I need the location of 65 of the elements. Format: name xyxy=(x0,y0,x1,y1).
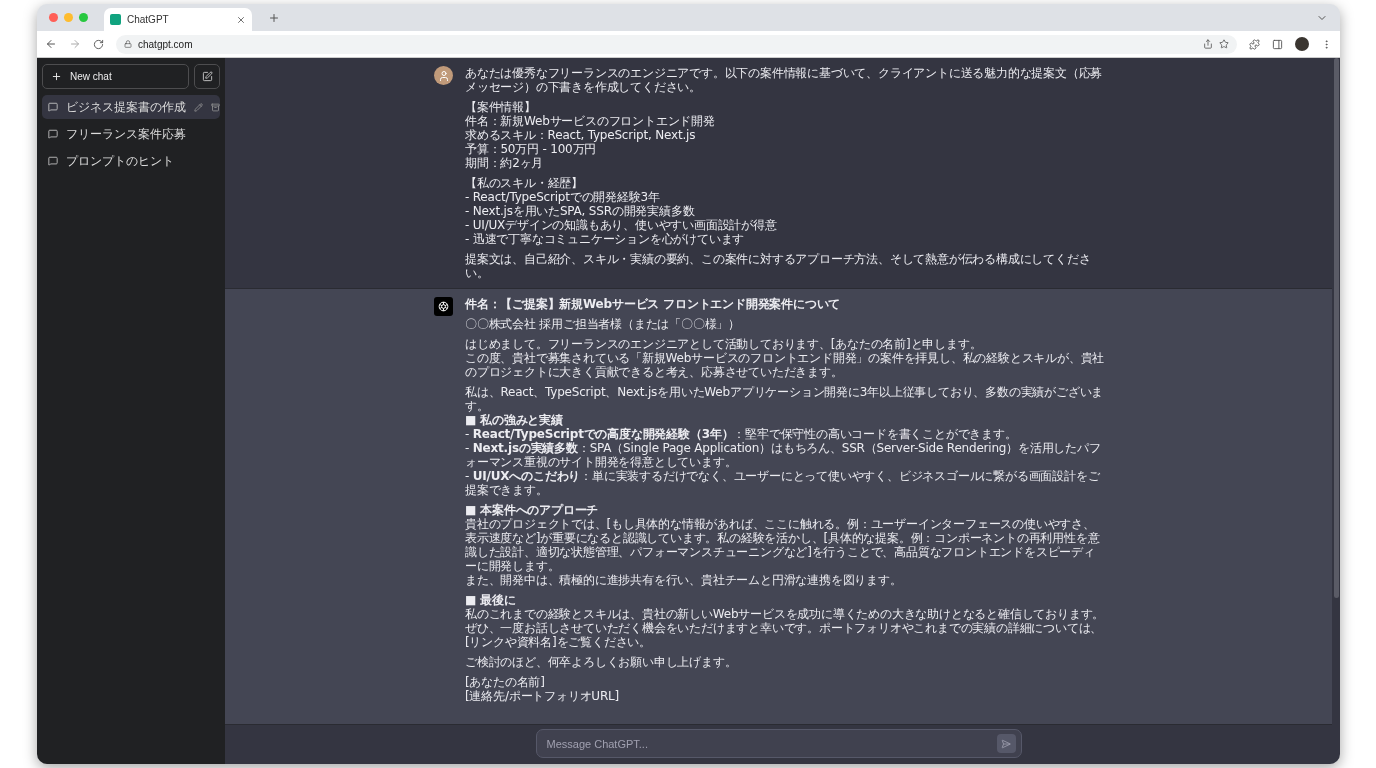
panel-icon[interactable] xyxy=(1272,38,1283,50)
message-text: - 迅速で丁寧なコミュニケーションを心がけています xyxy=(465,232,746,246)
profile-avatar[interactable] xyxy=(1295,37,1309,51)
subject-line: 件名：【ご提案】新規Webサービス フロントエンド開発案件について xyxy=(465,297,842,311)
message-text: ご検討のほど、何卒よろしくお願い申し上げます。 xyxy=(465,655,738,669)
send-icon xyxy=(1001,738,1011,749)
message-text: - React/TypeScriptでの高度な開発経験（3年）：堅牢で保守性の高いコードを書くことができます。 xyxy=(465,427,1018,441)
message-text: この度、貴社で募集されている「新規Webサービスのフロントエンド開発」の案件を拝見し、私の経験とスキルが、貴社のプロジェクトに大きく貢献できると考え、応募させていただきます。 xyxy=(465,351,1105,379)
puzzle-icon[interactable] xyxy=(1249,38,1260,50)
plus-icon[interactable] xyxy=(268,11,280,24)
chat-item[interactable]: フリーランス案件応募 xyxy=(42,122,220,146)
star-icon[interactable] xyxy=(1219,39,1229,49)
lock-icon xyxy=(124,40,132,48)
message-text: ■ 最後に xyxy=(465,593,517,607)
send-button[interactable] xyxy=(996,734,1016,753)
reload-icon[interactable] xyxy=(93,38,104,50)
message-text: 【案件情報】 xyxy=(465,100,537,114)
message-text: ■ 私の強みと実績 xyxy=(465,413,564,427)
scrollbar[interactable] xyxy=(1334,58,1339,598)
share-icon[interactable] xyxy=(1203,39,1213,49)
compose-button[interactable] xyxy=(194,64,220,89)
message-text: [連絡先/ポートフォリオURL] xyxy=(465,689,620,703)
chat-bubble-icon xyxy=(48,102,58,112)
minimize-dot[interactable] xyxy=(64,13,73,22)
message-text: 求めるスキル：React, TypeScript, Next.js xyxy=(465,128,697,142)
chat-item[interactable]: ビジネス提案書の作成 xyxy=(42,95,220,119)
message-text: 貴社のプロジェクトでは、[もし具体的な情報があれば、ここに触れる。例：ユーザーインターフェースの使いやすさ、表示速度など]が重要になると認識しています。私の経験を活かし、[具体的な提案。例：コンポーネントの再利用性を意識した設計、適切な状態管理、パフォーマンスチューニングなど]を行うことで、高品質なフロントエンドをスピーディーに開発します。 xyxy=(465,517,1101,573)
chat-bubble-icon xyxy=(48,129,58,139)
browser-tab[interactable]: ChatGPT xyxy=(104,8,252,31)
back-icon[interactable] xyxy=(45,38,57,50)
user-avatar xyxy=(434,66,453,85)
message-text: はじめまして。フリーランスのエンジニアとして活動しております、[あなたの名前]と申します。 xyxy=(465,337,983,351)
chat-bubble-icon xyxy=(48,156,58,166)
message-text: 〇〇株式会社 採用ご担当者様（または「〇〇様」） xyxy=(465,317,741,331)
message-text: 予算：50万円 - 100万円 xyxy=(465,142,598,156)
message-text: 私のこれまでの経験とスキルは、貴社の新しいWebサービスを成功に導くための大きな助けとなると確信しております。ぜひ、一度お話しさせていただく機会をいただけますと幸いです。ポートフォリオやこれまでの実績の詳細については、[リンクや資料名]をご覧ください。 xyxy=(465,607,1105,649)
message-field[interactable]: Message ChatGPT... xyxy=(535,729,1022,758)
message-text: 提案文は、自己紹介、スキル・実績の要約、この案件に対するアプローチ方法、そして熱意が伝わる構成にしてください。 xyxy=(465,252,1092,280)
message-text: [あなたの名前] xyxy=(465,675,546,689)
message-text: あなたは優秀なフリーランスのエンジニアです。以下の案件情報に基づいて、クライアントに送る魅力的な提案文（応募メッセージ）の下書きを作成してください。 xyxy=(465,66,1104,94)
favicon-icon xyxy=(110,14,121,25)
message-text: 件名：新規Webサービスのフロントエンド開発 xyxy=(465,114,716,128)
message-text: - React/TypeScriptでの開発経験3年 xyxy=(465,190,661,204)
address-bar[interactable]: chatgpt.com xyxy=(116,34,1237,54)
archive-icon[interactable] xyxy=(211,102,220,112)
new-chat-button[interactable]: New chat xyxy=(42,64,189,89)
message-text: - Next.jsの実績多数：SPA（Single Page Application）はもちろん、SSR（Server-Side Rendering）を活用したパフォーマンス重視のサイト開発を得意としています。 xyxy=(465,441,1102,469)
plus-icon xyxy=(51,71,62,82)
message-text: 私は、React、TypeScript、Next.jsを用いたWebアプリケーション開発に3年以上従事しており、多数の実績がございます。 xyxy=(465,385,1105,413)
message-text: ■ 本案件へのアプローチ xyxy=(465,503,600,517)
maximize-dot[interactable] xyxy=(79,13,88,22)
message-text: - UI/UXデザインの知識もあり、使いやすい画面設計が得意 xyxy=(465,218,778,232)
message-text: - Next.jsを用いたSPA, SSRの開発実績多数 xyxy=(465,204,696,218)
pencil-icon[interactable] xyxy=(194,102,203,112)
message-input[interactable]: Message ChatGPT... xyxy=(544,736,997,751)
message-text: - UI/UXへのこだわり：単に実装するだけでなく、ユーザーにとって使いやすく、ビジネスゴールに繋がる画面設計をご提案できます。 xyxy=(465,469,1101,497)
chat-item[interactable]: プロンプトのヒント xyxy=(42,149,220,173)
close-dot[interactable] xyxy=(49,13,58,22)
message-text: 【私のスキル・経歴】 xyxy=(465,176,584,190)
compose-icon xyxy=(201,71,213,82)
message-text: また、開発中は、積極的に進捗共有を行い、貴社チームと円滑な連携を図ります。 xyxy=(465,573,903,587)
tab-title: ChatGPT xyxy=(127,14,170,25)
message-text: 期間：約2ヶ月 xyxy=(465,156,545,170)
assistant-avatar xyxy=(434,297,453,316)
close-icon[interactable] xyxy=(236,14,246,25)
